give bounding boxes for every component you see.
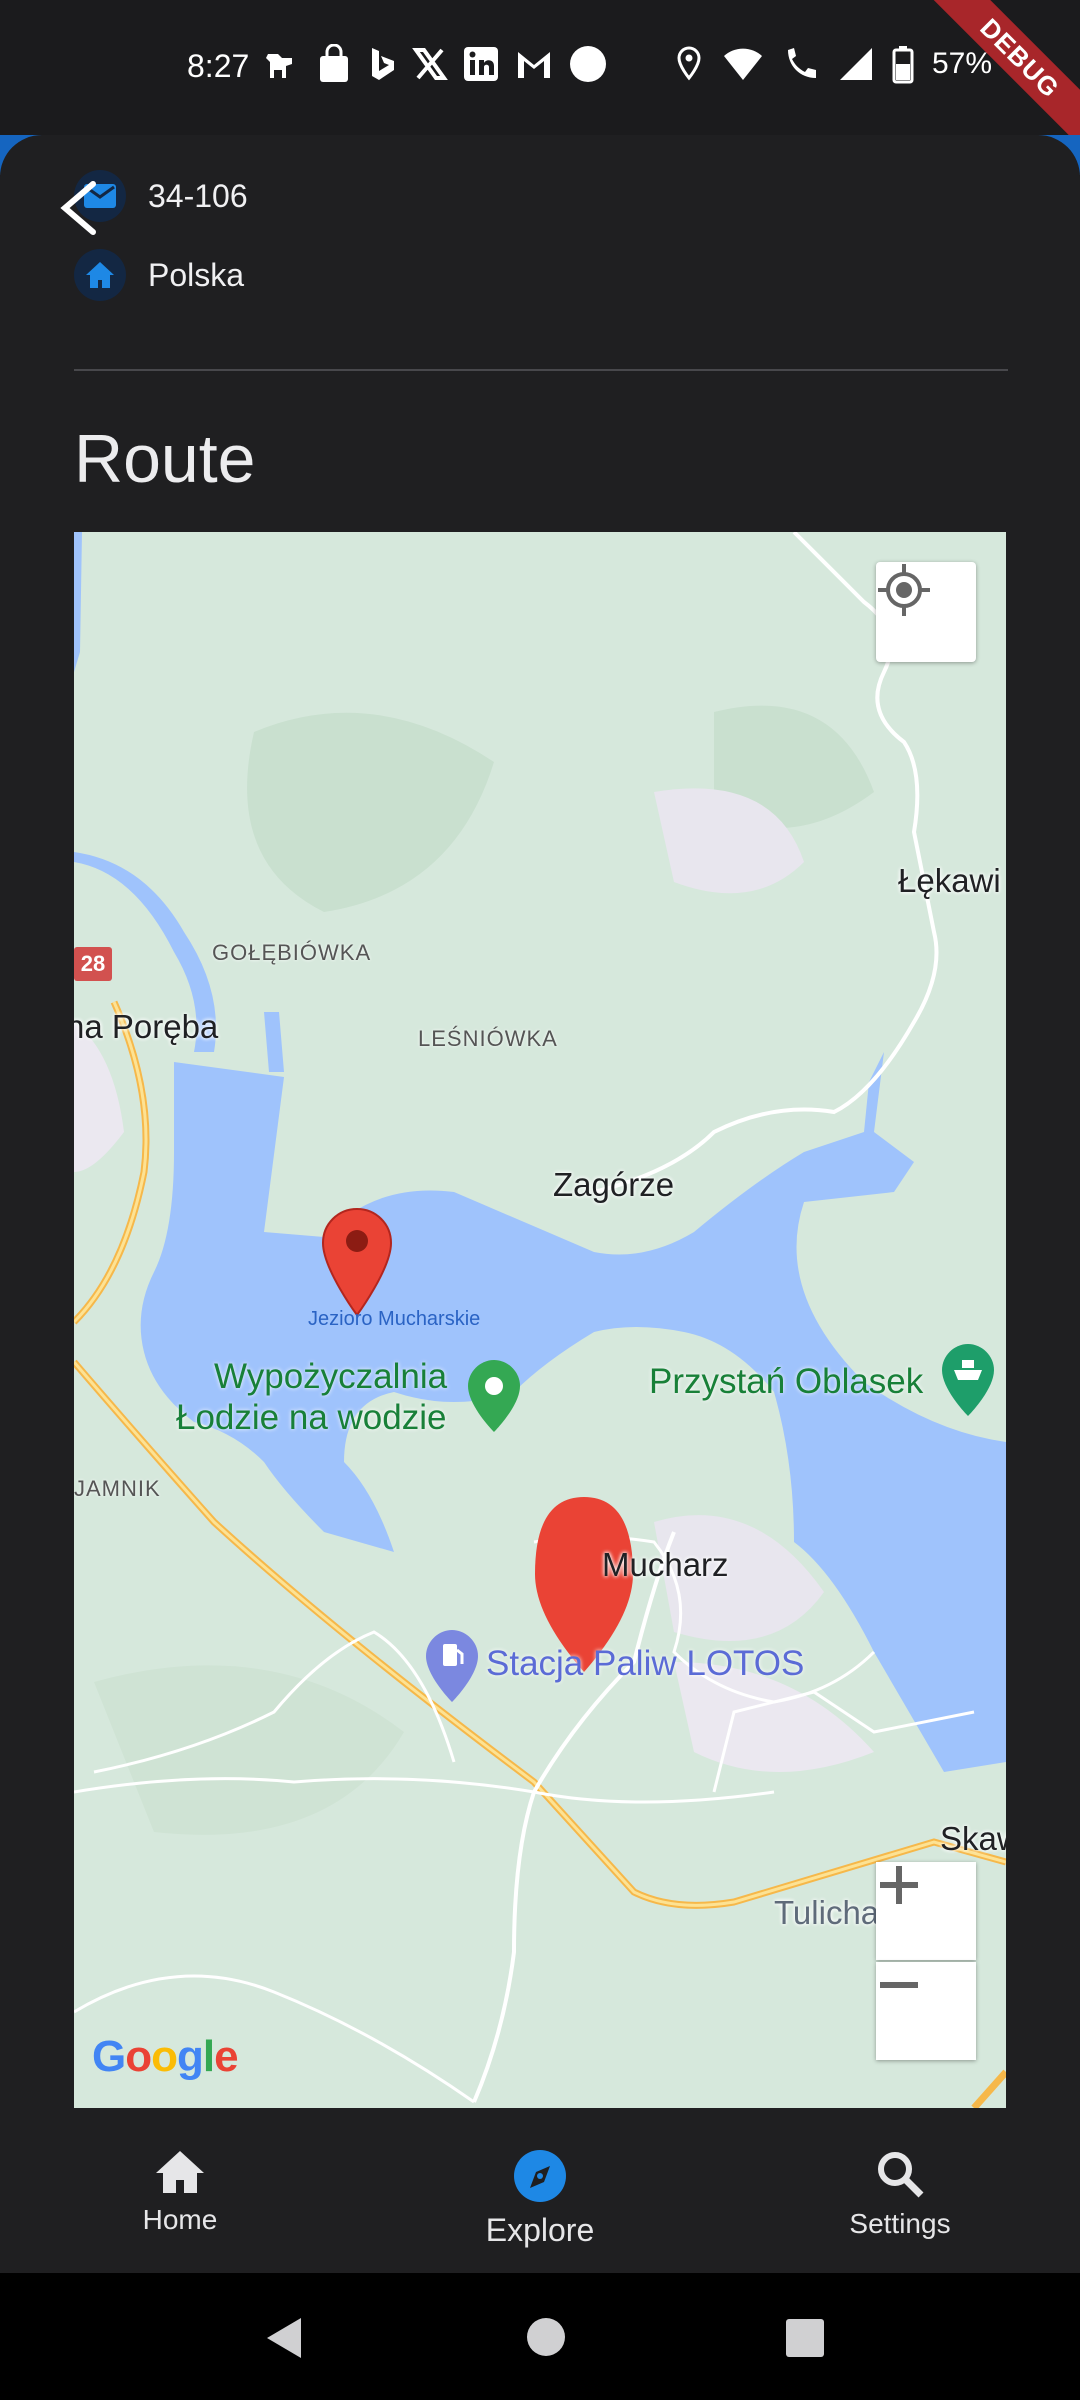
zoom-out-button[interactable] [876, 1962, 976, 2060]
notification-icons [262, 44, 608, 84]
route-map[interactable]: 28 Łękawi GOŁĘBIÓWKA na Poręba LEŚNIÓWKA… [74, 532, 1006, 2108]
nav-label-explore: Explore [485, 2212, 595, 2248]
status-time: 8:27 [187, 48, 250, 84]
country-row: Polska [74, 249, 244, 301]
system-back-icon[interactable] [265, 2316, 305, 2360]
crosshair-icon [878, 564, 930, 616]
x-icon [412, 48, 448, 80]
country-text: Polska [148, 256, 245, 293]
label-lake: Jezioro Mucharskie [308, 1308, 481, 1330]
shopping-bag-icon [320, 44, 348, 82]
label-golebiowka: GOŁĘBIÓWKA [212, 940, 372, 965]
nav-label-settings: Settings [849, 2208, 951, 2239]
home-icon [74, 249, 126, 301]
nav-item-explore[interactable]: Explore [420, 2108, 660, 2273]
label-stacja[interactable]: Stacja Paliw LOTOS [486, 1644, 804, 1684]
bottom-navigation: Home Explore Settings [0, 2108, 1080, 2273]
label-skawce: Skaw [940, 1820, 1006, 1857]
my-location-button[interactable] [876, 562, 976, 662]
nav-label-home: Home [142, 2204, 218, 2235]
gas-station-pin-icon[interactable] [424, 1628, 480, 1704]
selected-location-pin-icon[interactable] [321, 1207, 393, 1317]
location-icon [677, 46, 701, 81]
google-logo: Google [92, 2032, 239, 2081]
home-icon [156, 2151, 204, 2193]
route-title: Route [74, 421, 256, 497]
dog-icon [266, 54, 292, 78]
nav-item-settings[interactable]: Settings [780, 2108, 1020, 2273]
label-poreba: na Poręba [74, 1008, 219, 1045]
minus-icon [880, 1982, 918, 1988]
ferry-pin-icon[interactable] [940, 1342, 996, 1418]
signal-icon [839, 48, 872, 80]
label-mucharz: Mucharz [602, 1546, 729, 1583]
system-recents-icon[interactable] [785, 2318, 825, 2358]
bing-icon [372, 48, 394, 80]
status-bar: 8:27 57% DEBUG [0, 0, 1080, 165]
battery-icon [892, 46, 914, 84]
label-wypozyczalnia-line2[interactable]: Łodzie na wodzie [176, 1398, 446, 1438]
system-navigation-bar [0, 2273, 1080, 2400]
wifi-icon [723, 48, 762, 80]
battery-percent: 57% [931, 47, 992, 80]
boat-rental-pin-icon[interactable] [466, 1358, 522, 1434]
search-icon [878, 2152, 924, 2198]
section-divider [74, 369, 1008, 371]
label-lesniowka: LEŚNIÓWKA [418, 1026, 558, 1051]
gmail-icon [518, 52, 550, 78]
circle-app-icon [570, 46, 606, 82]
plus-icon [880, 1866, 918, 1904]
system-home-icon[interactable] [526, 2317, 566, 2357]
wifi-calling-icon [787, 48, 816, 78]
label-lekawica: Łękawi [898, 862, 1001, 899]
nav-item-home[interactable]: Home [60, 2108, 300, 2273]
road-number-badge: 28 [74, 947, 112, 981]
explore-icon [514, 2150, 566, 2202]
map-canvas[interactable] [74, 532, 1006, 2108]
postal-code-text: 34-106 [148, 177, 248, 214]
back-arrow-icon[interactable] [55, 178, 101, 238]
linkedin-icon [464, 47, 498, 81]
label-zagorze: Zagórze [553, 1166, 675, 1203]
system-status-icons: 57% [674, 44, 992, 84]
label-przystan[interactable]: Przystań Oblasek [649, 1362, 923, 1402]
zoom-in-button[interactable] [876, 1862, 976, 1960]
label-jamnik: JAMNIK [74, 1476, 161, 1501]
label-wypozyczalnia-line1[interactable]: Wypożyczalnia [214, 1357, 447, 1397]
